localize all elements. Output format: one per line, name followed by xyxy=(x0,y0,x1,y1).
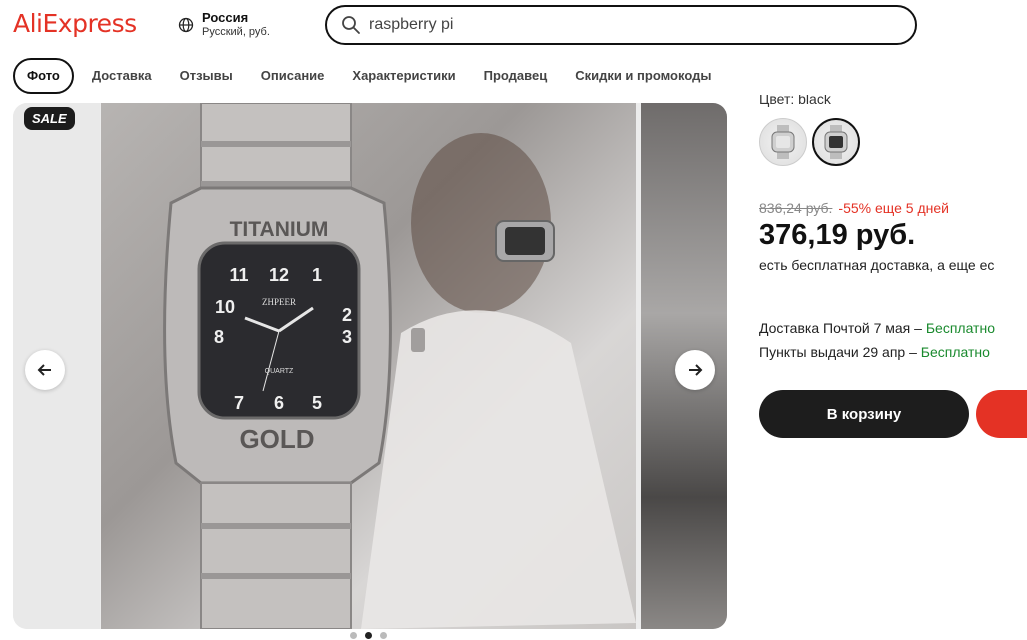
buy-now-button[interactable] xyxy=(976,390,1027,438)
next-image-button[interactable] xyxy=(675,350,715,390)
search-bar[interactable] xyxy=(325,5,917,45)
delivery-pickup-status: Бесплатно xyxy=(920,344,990,360)
gallery-dot[interactable] xyxy=(380,632,387,639)
svg-text:12: 12 xyxy=(269,265,289,285)
svg-text:3: 3 xyxy=(342,327,352,347)
watch-thumbnail-icon xyxy=(771,125,795,159)
watch-thumbnail-icon xyxy=(824,125,848,159)
old-price-row: 836,24 руб. -55% еще 5 дней xyxy=(759,200,949,216)
color-swatches xyxy=(759,118,860,166)
tab-description[interactable]: Описание xyxy=(247,58,339,94)
svg-text:7: 7 xyxy=(234,393,244,413)
tab-photo[interactable]: Фото xyxy=(13,58,74,94)
tab-reviews[interactable]: Отзывы xyxy=(166,58,247,94)
image-gallery: TITANIUM GOLD ZHPEER QUARTZ 12 2 3 5 6 7… xyxy=(13,103,727,629)
header: AliExpress Россия Русский, руб. xyxy=(0,0,1027,52)
previous-image-button[interactable] xyxy=(25,350,65,390)
svg-text:1: 1 xyxy=(312,265,322,285)
free-shipping-note: есть бесплатная доставка, а еще ес xyxy=(759,257,995,273)
svg-text:10: 10 xyxy=(215,297,235,317)
gallery-dot-active[interactable] xyxy=(365,632,372,639)
globe-icon xyxy=(178,17,194,33)
svg-text:8: 8 xyxy=(214,327,224,347)
old-price: 836,24 руб. xyxy=(759,200,833,216)
region-selector[interactable]: Россия Русский, руб. xyxy=(178,10,270,38)
color-label: Цвет: black xyxy=(759,95,831,107)
tab-discounts[interactable]: Скидки и промокоды xyxy=(561,58,725,94)
current-price: 376,19 руб. xyxy=(759,219,916,251)
svg-text:6: 6 xyxy=(274,393,284,413)
sale-badge: SALE xyxy=(24,107,75,130)
product-tabs: Фото Доставка Отзывы Описание Характерис… xyxy=(13,58,725,94)
arrow-left-icon xyxy=(37,364,51,376)
search-input[interactable] xyxy=(369,16,889,34)
region-country: Россия xyxy=(202,10,249,25)
color-swatch-silver[interactable] xyxy=(759,118,807,166)
aliexpress-logo[interactable]: AliExpress xyxy=(13,9,137,38)
delivery-pickup[interactable]: Пункты выдачи 29 апр – Бесплатно xyxy=(759,344,990,360)
search-icon[interactable] xyxy=(341,15,361,35)
tab-delivery[interactable]: Доставка xyxy=(78,58,166,94)
delivery-post[interactable]: Доставка Почтой 7 мая – Бесплатно xyxy=(759,320,995,336)
discount-badge: -55% еще 5 дней xyxy=(838,200,949,216)
svg-text:5: 5 xyxy=(312,393,322,413)
svg-text:2: 2 xyxy=(342,305,352,325)
main-product-image[interactable]: TITANIUM GOLD ZHPEER QUARTZ 12 2 3 5 6 7… xyxy=(101,103,636,629)
gallery-dot[interactable] xyxy=(350,632,357,639)
delivery-post-status: Бесплатно xyxy=(925,320,995,336)
watch-illustration: TITANIUM GOLD ZHPEER QUARTZ 12 2 3 5 6 7… xyxy=(163,103,636,629)
region-details: Русский, руб. xyxy=(202,26,270,38)
watch-top-label: TITANIUM xyxy=(230,218,329,241)
svg-text:11: 11 xyxy=(229,265,248,285)
tab-specifications[interactable]: Характеристики xyxy=(338,58,469,94)
color-swatch-black[interactable] xyxy=(812,118,860,166)
watch-bottom-label: GOLD xyxy=(239,424,314,454)
gallery-pagination xyxy=(350,632,387,639)
add-to-cart-button[interactable]: В корзину xyxy=(759,390,969,438)
arrow-right-icon xyxy=(689,364,703,376)
watch-dial-brand: ZHPEER xyxy=(262,297,296,307)
tab-seller[interactable]: Продавец xyxy=(470,58,562,94)
